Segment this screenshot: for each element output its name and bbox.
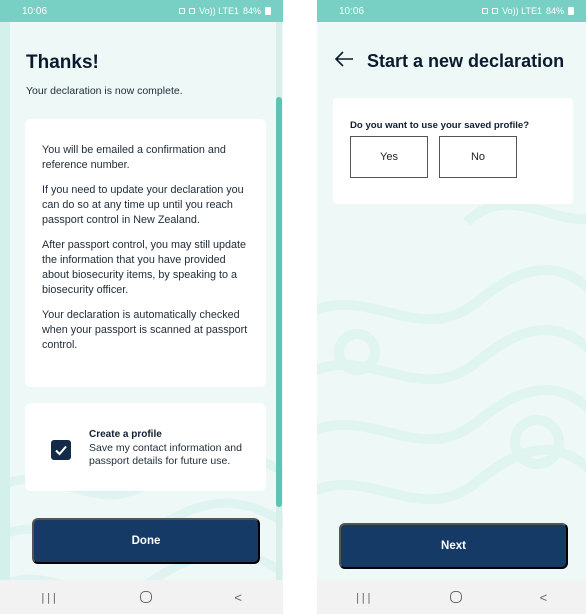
page-title: Thanks! xyxy=(26,52,99,73)
recent-apps-button[interactable]: ||| xyxy=(41,591,58,604)
done-button[interactable]: Done xyxy=(32,518,260,564)
info-paragraph: After passport control, you may still up… xyxy=(42,239,247,296)
status-bar: 10:06 Vo)) LTE1 84% xyxy=(317,0,586,22)
phone-right-declaration-screen: 10:06 Vo)) LTE1 84% Start a new declarat… xyxy=(317,0,586,614)
info-paragraph: If you need to update your declaration y… xyxy=(42,184,244,226)
home-button[interactable] xyxy=(140,591,153,603)
info-paragraph: You will be emailed a confirmation and r… xyxy=(42,144,226,171)
check-icon xyxy=(55,445,67,456)
create-profile-card[interactable]: Create a profile Save my contact informa… xyxy=(25,403,266,491)
phone-left-thanks-screen: 10:06 Vo)) LTE1 84% Thanks! Your declara… xyxy=(0,0,283,614)
back-button[interactable]: < xyxy=(234,590,242,605)
gallery-icon xyxy=(189,8,196,14)
gallery-icon xyxy=(492,8,499,14)
back-button[interactable]: < xyxy=(540,590,548,605)
back-arrow-icon[interactable] xyxy=(333,48,355,70)
create-profile-checkbox[interactable] xyxy=(51,440,71,460)
battery-icon xyxy=(265,7,271,15)
battery-icon xyxy=(568,7,574,15)
question-label: Do you want to use your saved profile? xyxy=(350,120,530,131)
page-subtitle: Your declaration is now complete. xyxy=(26,85,183,97)
recent-apps-button[interactable]: ||| xyxy=(356,591,373,604)
info-card: You will be emailed a confirmation and r… xyxy=(25,119,266,387)
app-screen: Start a new declaration Do you want to u… xyxy=(317,22,586,580)
profile-title: Create a profile xyxy=(89,429,162,440)
system-nav-bar: ||| < xyxy=(317,580,586,614)
app-screen: Thanks! Your declaration is now complete… xyxy=(10,22,283,580)
saved-profile-question-card: Do you want to use your saved profile? Y… xyxy=(333,98,573,204)
status-time: 10:06 xyxy=(22,5,48,17)
yes-button[interactable]: Yes xyxy=(350,136,428,178)
notification-icon xyxy=(482,8,489,14)
network-status: Vo)) LTE1 xyxy=(502,6,542,16)
next-button[interactable]: Next xyxy=(339,523,568,569)
status-icons: Vo)) LTE1 84% xyxy=(482,6,574,16)
battery-percent: 84% xyxy=(242,6,261,16)
network-status: Vo)) LTE1 xyxy=(199,6,239,16)
status-icons: Vo)) LTE1 84% xyxy=(179,6,271,16)
system-nav-bar: ||| < xyxy=(0,580,283,614)
profile-description: Save my contact information and passport… xyxy=(89,442,242,467)
info-paragraph: Your declaration is automatically checke… xyxy=(42,309,248,351)
status-bar: 10:06 Vo)) LTE1 84% xyxy=(0,0,283,22)
battery-percent: 84% xyxy=(545,6,564,16)
no-button[interactable]: No xyxy=(439,136,517,178)
status-time: 10:06 xyxy=(339,5,365,17)
page-title: Start a new declaration xyxy=(367,51,565,71)
home-button[interactable] xyxy=(450,591,463,603)
scrollbar-thumb[interactable] xyxy=(276,97,282,507)
notification-icon xyxy=(179,8,186,14)
